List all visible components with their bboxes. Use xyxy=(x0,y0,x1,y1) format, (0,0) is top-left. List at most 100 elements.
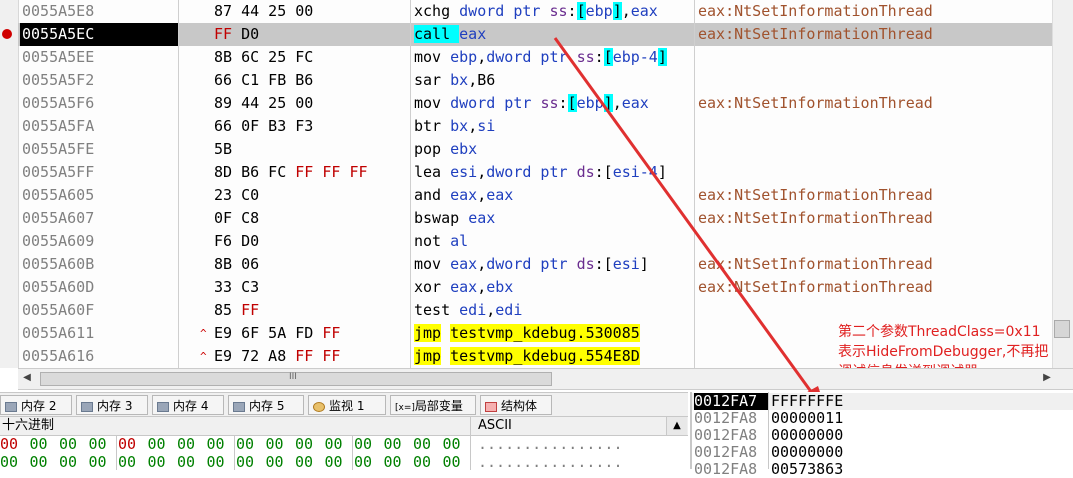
stack-row[interactable]: 0012FA7 FFFFFFFE xyxy=(692,393,1073,410)
dump-tab[interactable]: 监视 1 xyxy=(308,395,386,415)
hex-byte[interactable]: 00 xyxy=(207,453,231,471)
disasm-row[interactable]: 0055A5F2 66 C1 FB B6 sar bx,B6 xyxy=(18,69,1052,92)
stack-row[interactable]: 0012FA8 00573863 xyxy=(692,461,1073,478)
hex-byte[interactable]: 00 xyxy=(325,453,349,471)
instruction-comment: eax:NtSetInformationThread xyxy=(698,2,933,20)
instruction-text: btr bx,si xyxy=(414,117,496,135)
disasm-row[interactable]: 0055A5F6 89 44 25 00 mov dword ptr ss:[ebp… xyxy=(18,92,1052,115)
hex-byte[interactable]: 00 xyxy=(59,435,83,453)
dump-tab[interactable]: 结构体 xyxy=(480,395,552,415)
hex-row[interactable]: 00 00 00 00 00 00 00 00 00 00 00 00 00 00 00 00........… xyxy=(0,453,688,471)
hex-byte[interactable]: 00 xyxy=(148,453,172,471)
hex-byte[interactable]: 00 xyxy=(295,435,319,453)
hex-byte[interactable]: 00 xyxy=(148,435,172,453)
dump-tab[interactable]: 内存 4 xyxy=(152,395,224,415)
instruction-address: 0055A60F xyxy=(22,301,95,319)
disasm-row[interactable]: 0055A5EC FF D0 call eax eax:NtSetInformatio… xyxy=(18,23,1052,46)
vertical-scroll-thumb[interactable] xyxy=(1054,320,1070,338)
dump-tab-label: 内存 3 xyxy=(97,399,133,413)
hex-byte[interactable]: 00 xyxy=(384,435,408,453)
disassembly-view[interactable]: 0055A5E8 87 44 25 00 xchg dword ptr ss:[eb… xyxy=(0,0,1073,368)
instruction-address: 0055A60B xyxy=(22,255,95,273)
stack-address: 0012FA8 xyxy=(694,443,758,461)
disasm-row[interactable]: 0055A5FF 8D B6 FC FF FF FF lea esi,dword p… xyxy=(18,161,1052,184)
disasm-row[interactable]: 0055A5EE 8B 6C 25 FC mov ebp,dword ptr ss:… xyxy=(18,46,1052,69)
opcode-bytes: 0F C8 xyxy=(214,209,260,227)
disasm-row[interactable]: 0055A5FE 5B pop ebx xyxy=(18,138,1052,161)
instruction-text: test edi,edi xyxy=(414,301,523,319)
hex-byte[interactable]: 00 xyxy=(413,453,437,471)
hex-byte[interactable]: 00 xyxy=(295,453,319,471)
disasm-row[interactable]: 0055A609 F6 D0 not al xyxy=(18,230,1052,253)
memory-icon xyxy=(81,401,93,412)
hex-byte[interactable]: 00 xyxy=(443,453,467,471)
hex-byte[interactable]: 00 xyxy=(59,453,83,471)
stack-value: 00573863 xyxy=(771,460,844,478)
stack-address: 0012FA7 xyxy=(694,393,768,410)
instruction-address: 0055A5FE xyxy=(22,140,95,158)
annotation-line: 表示HideFromDebugger,不再把 xyxy=(838,344,1049,360)
disasm-row[interactable]: 0055A605 23 C0 and eax,eax eax:NtSetInforma… xyxy=(18,184,1052,207)
hex-byte[interactable]: 00 xyxy=(0,435,24,453)
scroll-left-arrow-icon[interactable]: ◀ xyxy=(20,371,34,385)
hex-byte[interactable]: 00 xyxy=(413,435,437,453)
hex-byte[interactable]: 00 xyxy=(266,435,290,453)
dump-tab[interactable]: 内存 5 xyxy=(228,395,304,415)
hex-byte[interactable]: 00 xyxy=(443,435,467,453)
memory-icon xyxy=(233,401,245,412)
disasm-row[interactable]: 0055A60D 33 C3 xor eax,ebx eax:NtSetInforma… xyxy=(18,276,1052,299)
stack-value: 00000000 xyxy=(771,443,844,461)
hex-byte[interactable]: 00 xyxy=(236,435,260,453)
dump-tab[interactable]: [x=]局部变量 xyxy=(390,395,476,415)
hex-byte[interactable]: 00 xyxy=(354,453,378,471)
instruction-comment: eax:NtSetInformationThread xyxy=(698,186,933,204)
disasm-row[interactable]: 0055A60F 85 FF test edi,edi xyxy=(18,299,1052,322)
hex-byte[interactable]: 00 xyxy=(30,435,54,453)
hex-byte[interactable]: 00 xyxy=(89,435,113,453)
hex-byte[interactable]: 00 xyxy=(207,435,231,453)
hex-byte[interactable]: 00 xyxy=(384,453,408,471)
stack-row[interactable]: 0012FA8 00000011 xyxy=(692,410,1073,427)
instruction-comment: eax:NtSetInformationThread xyxy=(698,94,933,112)
hex-dump-pane[interactable]: 十六进制 ASCII ▲ 00 00 00 00 00 00 00 00 00 00 00 00 00 0… xyxy=(0,416,688,471)
hex-byte[interactable]: 00 xyxy=(177,435,201,453)
hex-byte[interactable]: 00 xyxy=(118,453,142,471)
disasm-row[interactable]: 0055A5FA 66 0F B3 F3 btr bx,si xyxy=(18,115,1052,138)
hex-byte[interactable]: 00 xyxy=(325,435,349,453)
stack-row[interactable]: 0012FA8 00000000 xyxy=(692,444,1073,461)
hex-row[interactable]: 00 00 00 00 00 00 00 00 00 00 00 00 00 00 00 00........… xyxy=(0,435,688,453)
stack-value: 00000000 xyxy=(771,426,844,444)
dump-tab-label: 内存 5 xyxy=(249,399,285,413)
disasm-row[interactable]: 0055A60B 8B 06 mov eax,dword ptr ds:[esi] e… xyxy=(18,253,1052,276)
hex-byte[interactable]: 00 xyxy=(89,453,113,471)
horizontal-scrollbar[interactable]: ◀ III ▶ xyxy=(18,368,1073,390)
dump-tab[interactable]: 内存 2 xyxy=(0,395,72,415)
column-divider xyxy=(768,392,769,469)
grip-icon: III xyxy=(289,372,297,382)
opcode-bytes: 85 FF xyxy=(214,301,260,319)
breakpoint-icon[interactable] xyxy=(2,29,12,39)
column-divider xyxy=(178,0,179,368)
scroll-right-arrow-icon[interactable]: ▶ xyxy=(1040,371,1054,385)
hex-byte[interactable]: 00 xyxy=(236,453,260,471)
disasm-row[interactable]: 0055A5E8 87 44 25 00 xchg dword ptr ss:[eb… xyxy=(18,0,1052,23)
hex-byte[interactable]: 00 xyxy=(0,453,24,471)
instruction-address: 0055A5E8 xyxy=(22,2,95,20)
opcode-bytes: 5B xyxy=(214,140,233,158)
stack-pane[interactable]: 0012FA7 FFFFFFFE 0012FA8 00000011 0012FA8 000… xyxy=(690,392,1073,478)
dump-tab[interactable]: 内存 3 xyxy=(76,395,148,415)
stack-row[interactable]: 0012FA8 00000000 xyxy=(692,427,1073,444)
hex-byte[interactable]: 00 xyxy=(354,435,378,453)
hex-byte[interactable]: 00 xyxy=(266,453,290,471)
hex-byte[interactable]: 00 xyxy=(30,453,54,471)
hex-byte[interactable]: 00 xyxy=(177,453,201,471)
instruction-address: 0055A607 xyxy=(22,209,95,227)
vertical-scrollbar[interactable] xyxy=(1052,0,1073,368)
horizontal-scroll-thumb[interactable]: III xyxy=(40,372,552,386)
instruction-text: sar bx,B6 xyxy=(414,71,496,89)
breakpoint-gutter[interactable] xyxy=(0,0,19,368)
instruction-text: bswap eax xyxy=(414,209,496,227)
hex-byte[interactable]: 00 xyxy=(118,435,142,453)
disasm-row[interactable]: 0055A607 0F C8 bswap eax eax:NtSetInformati… xyxy=(18,207,1052,230)
instruction-text: xchg dword ptr ss:[ebp],eax xyxy=(414,2,658,20)
